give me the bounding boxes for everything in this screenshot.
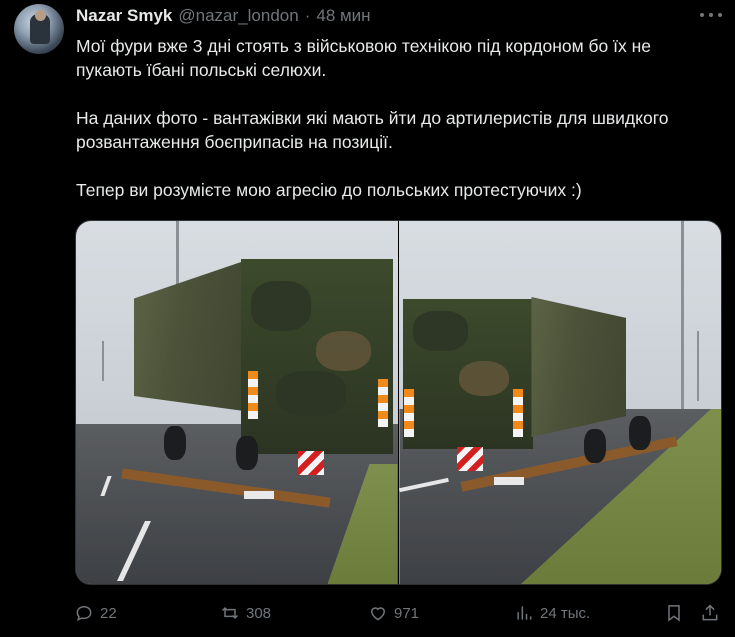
- repost-count: 308: [246, 604, 272, 622]
- warning-plate: [298, 451, 324, 475]
- photo-left[interactable]: [76, 221, 398, 584]
- author-handle[interactable]: @nazar_london: [178, 6, 298, 26]
- avatar[interactable]: [14, 4, 64, 54]
- bookmark-icon: [668, 605, 680, 622]
- warning-plate: [457, 447, 484, 471]
- warning-stripe: [248, 371, 258, 419]
- reply-count: 22: [100, 604, 117, 622]
- repost-icon: [221, 606, 239, 620]
- wheel: [236, 436, 258, 470]
- more-dot: [700, 13, 704, 17]
- warning-stripe: [513, 389, 524, 437]
- camo-patch: [459, 361, 510, 396]
- truck-box: [531, 297, 627, 437]
- views-button[interactable]: 24 тыс.: [514, 601, 590, 625]
- reply-icon: [76, 605, 92, 621]
- more-dot: [709, 13, 713, 17]
- repost-button[interactable]: 308: [220, 601, 271, 625]
- media-grid: [75, 220, 722, 585]
- warning-stripe: [378, 379, 388, 427]
- bookmark-button[interactable]: [664, 601, 690, 625]
- warning-stripe: [404, 389, 415, 437]
- more-icon[interactable]: [700, 8, 722, 22]
- light-pole: [697, 331, 700, 401]
- tweet-header: Nazar Smyk @nazar_london · 48 мин: [76, 6, 371, 26]
- license-plate: [494, 477, 525, 485]
- wheel: [584, 429, 607, 463]
- wheel: [629, 416, 652, 450]
- camo-patch: [316, 331, 371, 371]
- license-plate: [244, 491, 274, 499]
- views-icon: [517, 606, 532, 620]
- wheel: [164, 426, 186, 460]
- camo-patch: [413, 311, 469, 351]
- tweet-text-line: розвантаження боєприпасів на позиції.: [76, 132, 393, 152]
- author-name[interactable]: Nazar Smyk: [76, 6, 172, 26]
- photo-right[interactable]: [399, 221, 721, 584]
- tweet-text-line: пукають їбані польські селюхи.: [76, 60, 327, 80]
- separator-dot: ·: [304, 6, 311, 25]
- views-count: 24 тыс.: [540, 604, 591, 622]
- more-dot: [718, 13, 722, 17]
- light-pole: [681, 221, 685, 421]
- like-count: 971: [394, 604, 420, 622]
- reply-button[interactable]: 22: [74, 601, 117, 625]
- tweet-text-line: Мої фури вже 3 дні стоять з військовою т…: [76, 36, 651, 56]
- avatar-head: [35, 10, 46, 21]
- camo-patch: [276, 371, 346, 416]
- like-button[interactable]: 971: [368, 601, 419, 625]
- share-icon: [702, 604, 718, 621]
- light-pole: [102, 341, 104, 381]
- tweet-text-line: Тепер ви розумієте мою агресію до польсь…: [76, 180, 582, 200]
- timestamp[interactable]: 48 мин: [316, 6, 370, 26]
- heart-icon: [370, 607, 386, 621]
- tweet-text: Мої фури вже 3 дні стоять з військовою т…: [76, 34, 716, 202]
- tweet-text-line: На даних фото - вантажівки які мають йти…: [76, 108, 669, 128]
- share-button[interactable]: [700, 601, 726, 625]
- camo-patch: [251, 281, 311, 331]
- action-bar: 22 308 971 24 тыс.: [74, 601, 724, 625]
